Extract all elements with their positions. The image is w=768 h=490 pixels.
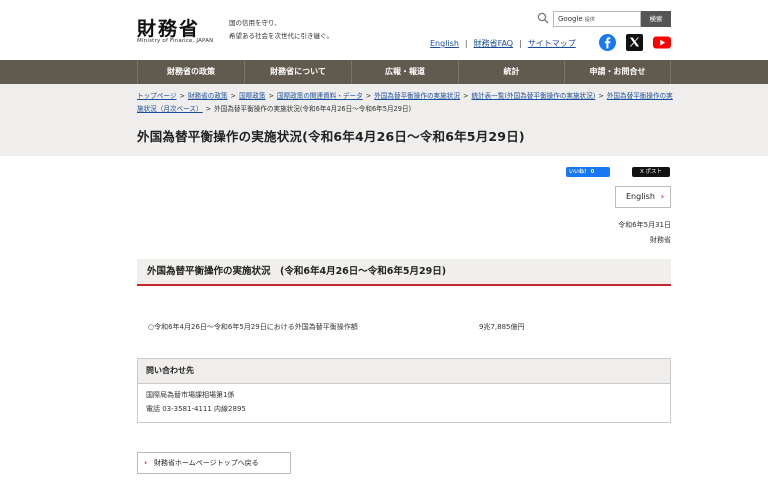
breadcrumb-separator: > [365,92,372,100]
breadcrumb-area: トップページ > 財務省の政策 > 国際政策 > 国際政策の関連資料・データ > 外国為替平衡操… [0,84,768,156]
ministry-logo-english: Ministry of Finance, JAPAN [137,38,214,44]
gnav-item-statistics[interactable]: 統計 [458,60,564,84]
intervention-amount: 9兆7,885億円 [479,323,525,331]
publishing-organization: 財務省 [650,236,671,244]
search-button[interactable]: 検索 [641,11,671,27]
faq-link[interactable]: 財務省FAQ [474,38,514,49]
breadcrumb-link[interactable]: トップページ [137,92,176,100]
link-separator: | [519,39,522,48]
contact-body: 国際局為替市場課相場第1係 電話 03-3581-4111 内線2895 [138,384,670,416]
contact-heading: 問い合わせ先 [138,359,670,384]
youtube-icon[interactable] [653,34,671,51]
contact-department: 国際局為替市場課相場第1係 [146,391,235,399]
gnav-item-policy[interactable]: 財務省の政策 [137,60,244,84]
english-link[interactable]: English [430,39,459,48]
english-page-label: English [626,192,655,201]
tagline-line-1: 国の信用を守り、 [229,19,281,27]
tagline-line-2: 希望ある社会を次世代に引き継ぐ。 [229,32,333,40]
breadcrumb-link[interactable]: 外国為替平衡操作の実施状況 [374,92,460,100]
gnav-item-applications[interactable]: 申請・お問合せ [564,60,671,84]
gnav-item-about[interactable]: 財務省について [244,60,351,84]
contact-phone: 電話 03-3581-4111 内線2895 [146,405,246,413]
breadcrumb-separator: > [179,92,185,100]
x-icon[interactable] [626,34,643,51]
breadcrumb-separator: > [598,92,604,100]
link-separator: | [464,39,468,48]
search-input[interactable]: Google 提供 [553,11,641,27]
english-page-button[interactable]: English › [615,186,671,208]
global-nav: 財務省の政策 財務省について 広報・報道 統計 申請・お問合せ [0,60,768,84]
breadcrumb-link[interactable]: 統計表一覧(外国為替平衡操作の実施状況) [471,92,595,100]
breadcrumb-current: 外国為替平衡操作の実施状況(令和6年4月26日～令和6年5月29日) [214,105,412,113]
search-icon [537,12,549,24]
gnav-item-press[interactable]: 広報・報道 [351,60,458,84]
breadcrumb: トップページ > 財務省の政策 > 国際政策 > 国際政策の関連資料・データ > 外国為替平衡操… [137,90,677,116]
tagline: 国の信用を守り、 希望ある社会を次世代に引き継ぐ。 [229,17,333,43]
chevron-left-icon: ‹ [144,458,148,467]
back-to-top-label: 財務省ホームページトップへ戻る [154,459,259,467]
intervention-period-label: ○令和6年4月26日～令和6年5月29日における外国為替平衡操作額 [148,323,358,331]
publication-date: 令和6年5月31日 [618,221,671,229]
search-placeholder-provider: 提供 [584,17,595,23]
breadcrumb-separator: > [205,105,212,113]
utility-links: English | 財務省FAQ | サイトマップ [430,38,576,49]
breadcrumb-separator: > [268,92,274,100]
breadcrumb-separator: > [230,92,237,100]
back-to-top-button[interactable]: ‹ 財務省ホームページトップへ戻る [137,452,291,474]
breadcrumb-link[interactable]: 財務省の政策 [188,92,228,100]
breadcrumb-separator: > [462,92,469,100]
ministry-logo[interactable]: 財務省 [137,14,200,41]
x-post-button[interactable]: X ポスト [632,167,670,177]
page-title: 外国為替平衡操作の実施状況(令和6年4月26日～令和6年5月29日) [137,129,525,144]
contact-box: 問い合わせ先 国際局為替市場課相場第1係 電話 03-3581-4111 内線2… [137,358,671,423]
breadcrumb-link[interactable]: 国際政策 [239,92,265,100]
sitemap-link[interactable]: サイトマップ [528,38,576,49]
search-placeholder: Google [558,15,583,23]
section-heading: 外国為替平衡操作の実施状況 (令和6年4月26日～令和6年5月29日) [137,259,671,286]
facebook-icon[interactable] [599,34,616,51]
breadcrumb-link[interactable]: 国際政策の関連資料・データ [277,92,363,100]
chevron-right-icon: › [660,192,664,201]
facebook-like-button[interactable]: いいね！ 0 [566,167,610,177]
site-header: 財務省 Ministry of Finance, JAPAN 国の信用を守り、 … [0,0,768,60]
